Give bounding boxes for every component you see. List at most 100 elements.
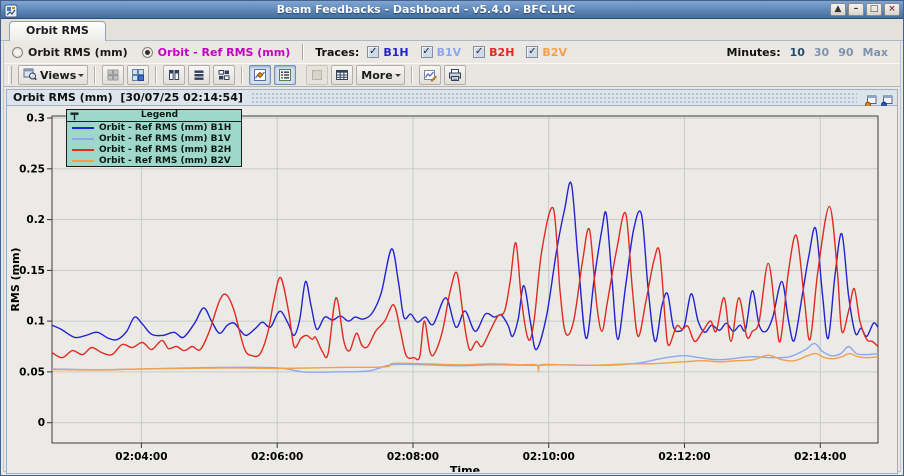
checkbox[interactable]: ✓ <box>473 46 485 58</box>
grid-gray-icon <box>106 68 120 82</box>
tab-orbit-rms[interactable]: Orbit RMS <box>9 21 106 41</box>
chart-view-toggle[interactable] <box>249 65 271 85</box>
layout-grid-button[interactable] <box>102 65 124 85</box>
minutes-option-90[interactable]: 90 <box>838 46 853 59</box>
trace-toggle-B1V[interactable]: ✓ B1V <box>421 46 462 59</box>
svg-text:RMS (mm): RMS (mm) <box>9 247 22 311</box>
checkbox[interactable]: ✓ <box>367 46 379 58</box>
toolbar-separator <box>155 66 157 84</box>
small-grid-icon <box>217 68 231 82</box>
legend-pin-icon <box>70 106 79 125</box>
more-button[interactable]: More <box>356 65 404 85</box>
grid-active-icon <box>131 68 145 82</box>
radio-option-1[interactable]: Orbit - Ref RMS (mm) <box>142 46 291 59</box>
radio-option-0[interactable]: Orbit RMS (mm) <box>12 46 128 59</box>
chart-region: 00.050.10.150.20.250.302:04:0002:06:0002… <box>7 106 897 473</box>
detach-panel-icon[interactable] <box>865 92 877 104</box>
legend-row: Orbit - Ref RMS (mm) B2H <box>67 144 241 155</box>
legend-title: Legend <box>81 110 238 121</box>
legend-line-swatch <box>72 160 94 162</box>
tab-panel: Orbit RMS (mm) Orbit - Ref RMS (mm) Trace… <box>3 41 901 472</box>
tab-strip: Orbit RMS <box>1 19 903 41</box>
separator <box>302 44 303 60</box>
chart-title: Orbit RMS (mm) [30/07/25 02:14:54] <box>13 91 243 104</box>
chart-marker-icon <box>253 68 267 82</box>
trace-label: B1V <box>437 46 462 59</box>
toolbar-grip[interactable] <box>8 66 12 84</box>
window-maximize-button[interactable]: □ <box>866 3 882 16</box>
legend-label: Orbit - Ref RMS (mm) B2H <box>99 145 231 155</box>
svg-text:02:06:00: 02:06:00 <box>251 451 303 463</box>
svg-text:0.05: 0.05 <box>19 366 45 378</box>
small-grid-button[interactable] <box>213 65 235 85</box>
svg-text:Time: Time <box>450 464 480 472</box>
blank-icon <box>310 68 324 82</box>
radio-circle[interactable] <box>142 47 153 58</box>
vertical-panes-icon <box>167 68 181 82</box>
panel-drag-texture[interactable] <box>251 92 857 103</box>
legend-row: Orbit - Ref RMS (mm) B1H <box>67 122 241 133</box>
minutes-group: Minutes: 10 30 90 Max <box>727 46 892 59</box>
legend-label: Orbit - Ref RMS (mm) B1H <box>99 123 231 133</box>
svg-text:02:08:00: 02:08:00 <box>387 451 439 463</box>
app-icon <box>4 3 18 17</box>
legend-label: Orbit - Ref RMS (mm) B1V <box>99 134 231 144</box>
vertical-panes-button[interactable] <box>163 65 185 85</box>
trace-toggle-B1H[interactable]: ✓B1H <box>367 46 408 59</box>
svg-text:0: 0 <box>38 417 45 429</box>
window-minimize-button[interactable]: – <box>848 3 864 16</box>
trace-toggle-B2V[interactable]: ✓ B2V <box>526 46 567 59</box>
layout-grid-active-button[interactable] <box>127 65 149 85</box>
radio-group: Orbit RMS (mm) Orbit - Ref RMS (mm) <box>12 46 290 59</box>
toolbar-separator <box>411 66 413 84</box>
legend-header[interactable]: Legend <box>67 110 241 122</box>
table-view-button[interactable] <box>331 65 353 85</box>
minutes-option-30[interactable]: 30 <box>814 46 829 59</box>
svg-text:02:04:00: 02:04:00 <box>115 451 167 463</box>
radio-circle[interactable] <box>12 47 23 58</box>
minutes-label: Minutes: <box>727 46 781 59</box>
svg-text:0.15: 0.15 <box>19 265 45 277</box>
trace-label: B2H <box>489 46 514 59</box>
chart-legend[interactable]: Legend Orbit - Ref RMS (mm) B1HOrbit - R… <box>66 109 242 167</box>
chart-panel-header: Orbit RMS (mm) [30/07/25 02:14:54] <box>7 90 897 106</box>
trace-toggle-B2H[interactable]: ✓ B2H <box>473 46 514 59</box>
window-title: Beam Feedbacks - Dashboard - v5.4.0 - BF… <box>22 3 830 16</box>
toolbar-separator <box>241 66 243 84</box>
legend-line-swatch <box>72 138 94 140</box>
legend-rows: Orbit - Ref RMS (mm) B1HOrbit - Ref RMS … <box>67 122 241 166</box>
maximize-panel-icon[interactable] <box>881 92 893 104</box>
legend-toggle[interactable] <box>274 65 296 85</box>
print-button[interactable] <box>444 65 466 85</box>
checkbox[interactable]: ✓ <box>421 46 433 58</box>
trace-label: B2V <box>542 46 567 59</box>
chart-panel: Orbit RMS (mm) [30/07/25 02:14:54] 0 0.05… <box>6 89 898 474</box>
minutes-option-10[interactable]: 10 <box>790 46 805 59</box>
legend-list-icon <box>278 68 292 82</box>
more-button-label: More <box>361 69 392 82</box>
controls-bar: Orbit RMS (mm) Orbit - Ref RMS (mm) Trace… <box>4 41 900 63</box>
minutes-options: 10 30 90 Max <box>790 46 888 59</box>
traces-group: ✓B1H✓B1V✓B2H✓B2V <box>367 46 567 59</box>
radio-label: Orbit RMS (mm) <box>28 46 128 59</box>
toolbar-separator <box>94 66 96 84</box>
legend-row: Orbit - Ref RMS (mm) B1V <box>67 133 241 144</box>
window-close-button[interactable]: × <box>884 3 900 16</box>
views-button[interactable]: Views <box>18 65 88 85</box>
views-button-label: Views <box>40 69 76 82</box>
checkbox[interactable]: ✓ <box>526 46 538 58</box>
window-buttons: ▲ – □ × <box>830 3 900 16</box>
minutes-option-Max[interactable]: Max <box>863 46 888 59</box>
window-shade-button[interactable]: ▲ <box>830 3 846 16</box>
radio-label: Orbit - Ref RMS (mm) <box>158 46 291 59</box>
views-icon <box>23 67 37 84</box>
horizontal-rows-icon <box>192 68 206 82</box>
toolbar: Views More <box>4 63 900 87</box>
chart-edit-button[interactable] <box>419 65 441 85</box>
horizontal-rows-button[interactable] <box>188 65 210 85</box>
traces-label: Traces: <box>315 46 359 59</box>
window-titlebar[interactable]: Beam Feedbacks - Dashboard - v5.4.0 - BF… <box>1 1 903 19</box>
chart-edit-icon <box>423 68 437 82</box>
svg-text:0.3: 0.3 <box>26 113 45 125</box>
table-icon <box>335 68 349 82</box>
